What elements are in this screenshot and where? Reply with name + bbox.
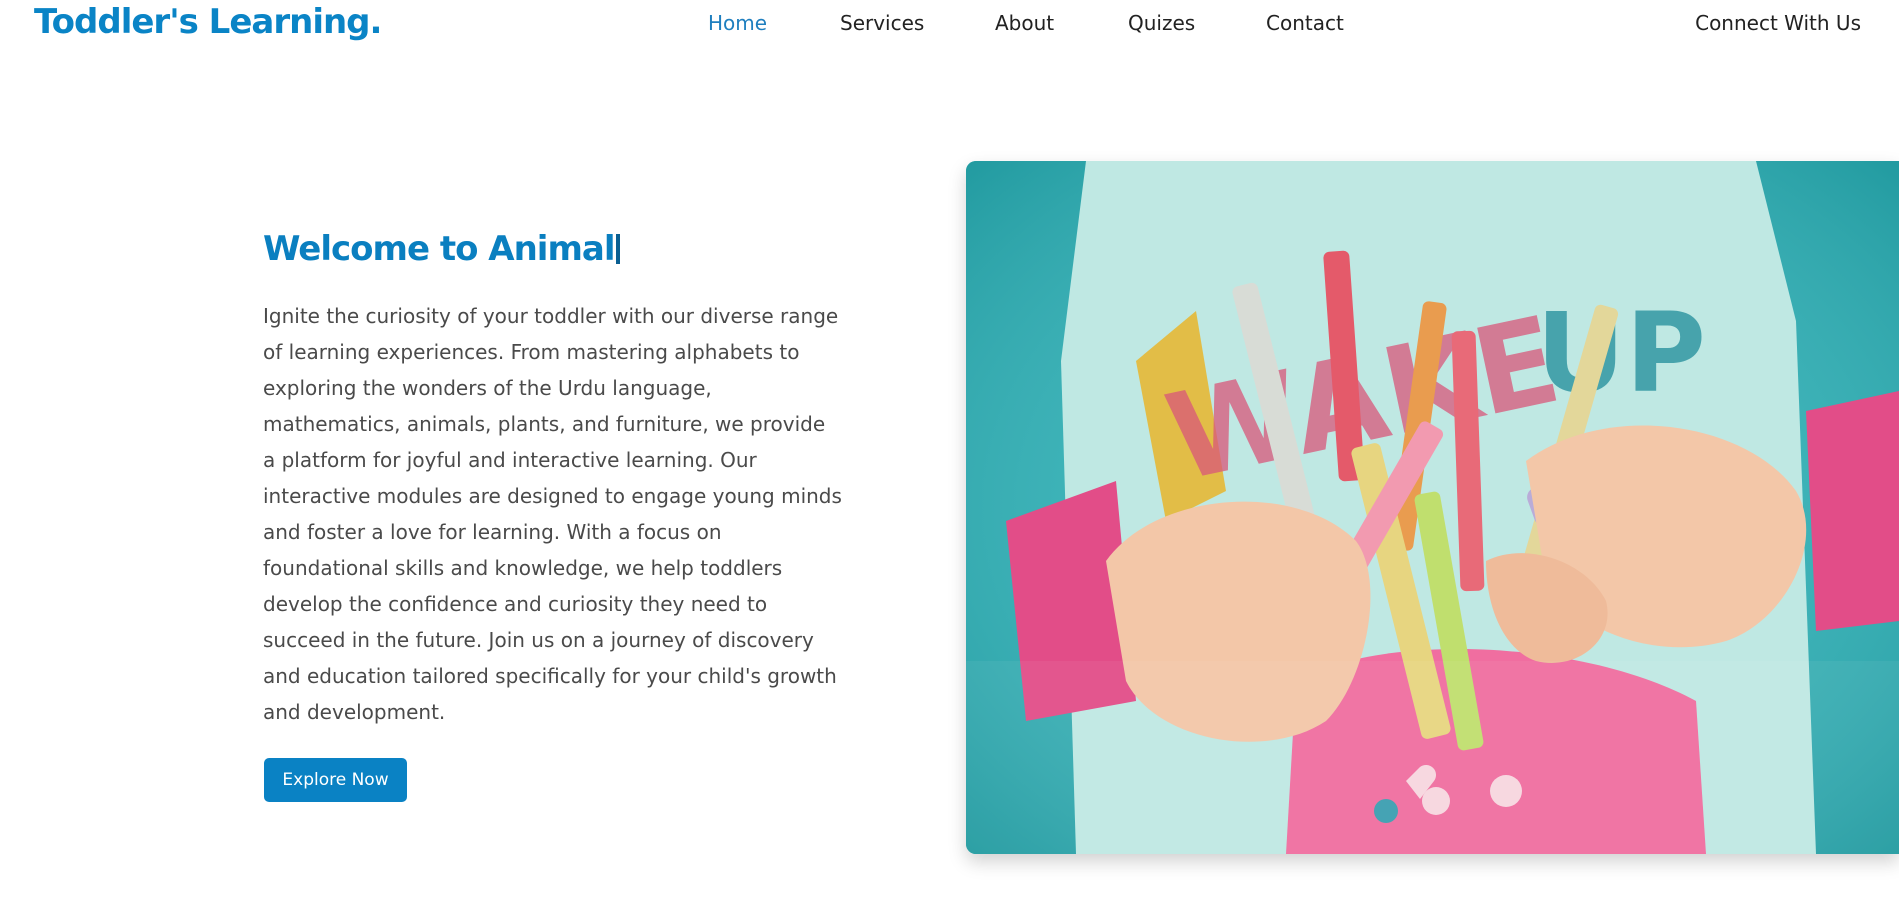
nav-about[interactable]: About [995, 10, 1128, 36]
main-nav: Home Services About Quizes Contact [708, 10, 1366, 36]
crayons-photo: WAKE UP [966, 161, 1899, 854]
explore-now-button[interactable]: Explore Now [264, 758, 407, 802]
nav-quizes[interactable]: Quizes [1128, 10, 1266, 36]
nav-contact[interactable]: Contact [1266, 10, 1366, 36]
hero-title-text: Welcome to Animal [263, 229, 615, 269]
nav-services[interactable]: Services [840, 10, 995, 36]
svg-text:UP: UP [1536, 289, 1706, 417]
page: Toddler's Learning. Home Services About … [0, 0, 1899, 902]
hero-description: Ignite the curiosity of your toddler wit… [263, 304, 842, 724]
connect-with-us-link[interactable]: Connect With Us [1695, 10, 1861, 36]
hero-image: WAKE UP [966, 161, 1899, 854]
typing-caret [615, 234, 620, 264]
hero-title: Welcome to Animal [263, 225, 620, 273]
site-logo[interactable]: Toddler's Learning. [34, 0, 382, 44]
nav-home[interactable]: Home [708, 10, 840, 36]
